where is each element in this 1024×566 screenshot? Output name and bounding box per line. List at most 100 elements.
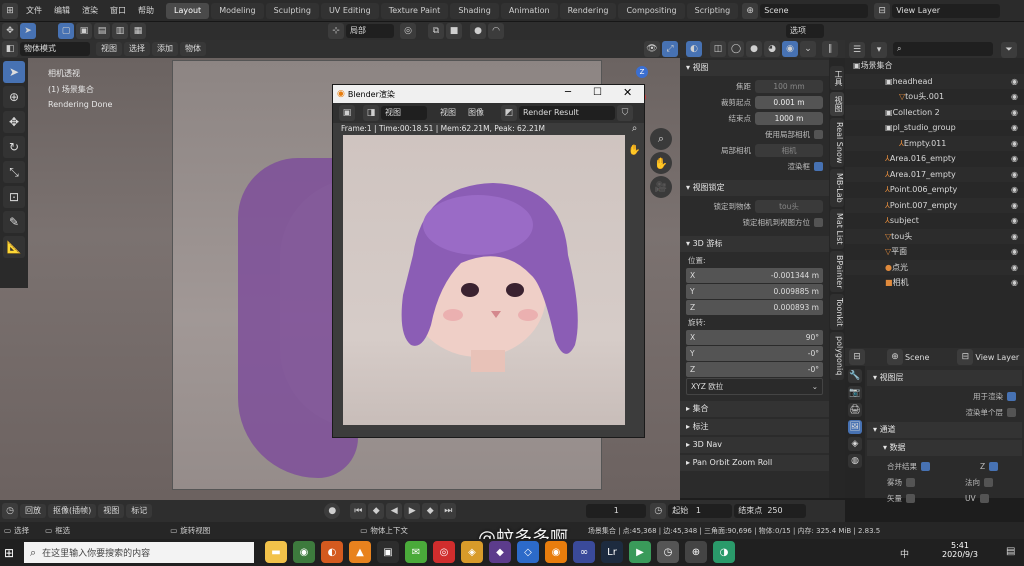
world-tab-icon[interactable]: ◍ <box>848 454 862 468</box>
camera-view-icon[interactable]: 🎥 <box>650 176 672 198</box>
options-dropdown[interactable]: 选项 <box>786 24 824 38</box>
image-editor-type-icon[interactable]: ▣ <box>339 105 355 121</box>
eye-icon[interactable]: ◉ <box>1011 108 1018 117</box>
blender-icon[interactable]: ◉ <box>545 541 567 563</box>
section-annotations[interactable]: ▸ 标注 <box>680 419 829 435</box>
scene-selector[interactable]: Scene <box>760 3 869 18</box>
section-passes[interactable]: ▾ 通道 <box>867 422 1022 438</box>
zoom-icon[interactable]: ⌕ <box>650 128 672 150</box>
view-layer-tab-icon[interactable]: 🖼 <box>848 420 862 434</box>
output-tab-icon[interactable]: 🖨 <box>848 403 862 417</box>
eye-icon[interactable]: ◉ <box>1011 247 1018 256</box>
overlay-icon[interactable]: ◐ <box>686 41 702 57</box>
props-layer-label[interactable]: View Layer <box>975 353 1019 362</box>
section-view-lock[interactable]: ▾ 视图锁定 <box>680 180 829 196</box>
select-subtract-icon[interactable]: ▤ <box>94 23 110 39</box>
maximize-icon[interactable]: ☐ <box>593 87 602 98</box>
mode-icon[interactable]: ◧ <box>2 41 18 57</box>
mode-dropdown[interactable]: 物体模式 <box>20 42 90 56</box>
menu-object[interactable]: 物体 <box>180 42 206 56</box>
outliner-type-icon[interactable]: ☰ <box>849 42 865 58</box>
rotate-icon[interactable]: ↻ <box>3 136 25 158</box>
lock-camera-checkbox[interactable] <box>814 217 823 227</box>
vtab-polygoniq[interactable]: polygoniq <box>830 332 844 380</box>
eye-icon[interactable]: ◉ <box>1011 77 1018 86</box>
list-item[interactable]: ■ 相机 ◉ <box>845 275 1024 291</box>
record-icon[interactable]: ● <box>324 503 341 519</box>
menu-view[interactable]: 视图 <box>96 42 122 56</box>
view-layer-selector[interactable]: View Layer <box>892 3 1001 18</box>
keying-menu[interactable]: 抠像(插帧) <box>48 504 97 518</box>
mist-checkbox[interactable] <box>906 477 915 487</box>
list-item[interactable]: ▣ Collection 2 ◉ <box>845 104 1024 120</box>
transform-icon[interactable]: ✥ <box>2 23 18 39</box>
menu-help[interactable]: 帮助 <box>132 0 160 22</box>
shading-material-icon[interactable]: ◕ <box>764 41 780 57</box>
preview-range-icon[interactable]: ◷ <box>650 503 667 519</box>
render-window-titlebar[interactable]: ◉ Blender渲染 ─ ☐ ✕ <box>333 85 644 103</box>
z-pass-checkbox[interactable] <box>989 461 999 471</box>
minimize-icon[interactable]: ─ <box>565 87 571 98</box>
rot-z-field[interactable]: Z -0° <box>686 362 823 377</box>
select-box-icon[interactable]: ➤ <box>3 61 25 83</box>
section-3d-cursor[interactable]: ▾ 3D 游标 <box>680 236 829 252</box>
falloff-icon[interactable]: ◠ <box>488 23 504 39</box>
rot-x-field[interactable]: X 90° <box>686 330 823 345</box>
close-icon[interactable]: ✕ <box>623 86 632 99</box>
eye-icon[interactable]: ◉ <box>1011 123 1018 132</box>
marker-menu[interactable]: 标记 <box>126 504 153 518</box>
focal-field[interactable]: 100 mm <box>755 79 823 93</box>
outliner-search-input[interactable]: ⌕ <box>893 42 993 56</box>
list-item[interactable]: ⅄ Area.017_empty ◉ <box>845 166 1024 182</box>
list-item[interactable]: ▣ headhead ◉ <box>845 73 1024 89</box>
windows-start-icon[interactable]: ⊞ <box>4 546 14 560</box>
tab-uv-editing[interactable]: UV Editing <box>320 2 379 19</box>
section-data[interactable]: ▾ 数据 <box>867 440 1022 456</box>
render-window[interactable]: ◉ Blender渲染 ─ ☐ ✕ ▣ ◨ 视图 视图 图像 ◩ Render … <box>332 84 645 438</box>
firefox-icon[interactable]: ◐ <box>321 541 343 563</box>
scene-tab-icon[interactable]: ◈ <box>848 437 862 451</box>
menu-render[interactable]: 渲染 <box>76 0 104 22</box>
outliner-root[interactable]: ▣ 场景集合 <box>845 58 1024 74</box>
list-item[interactable]: ▽ tou头.001 ◉ <box>845 89 1024 105</box>
shading-rendered-icon[interactable]: ◉ <box>782 41 798 57</box>
eye-icon[interactable]: ◉ <box>1011 216 1018 225</box>
taskbar-clock[interactable]: 5:41 2020/9/3 <box>942 541 978 559</box>
lightroom-icon[interactable]: Lr <box>601 541 623 563</box>
tab-layout[interactable]: Layout <box>166 2 210 19</box>
menu-add[interactable]: 添加 <box>152 42 178 56</box>
axis-z-icon[interactable]: Z <box>636 66 648 78</box>
tab-texture-paint[interactable]: Texture Paint <box>380 2 449 19</box>
tab-scripting[interactable]: Scripting <box>686 2 739 19</box>
eye-icon[interactable]: ◉ <box>1011 278 1018 287</box>
properties-type-icon[interactable]: ⊟ <box>849 349 865 365</box>
render-single-checkbox[interactable] <box>1007 407 1016 417</box>
eye-icon[interactable]: ◉ <box>1011 201 1018 210</box>
menu-window[interactable]: 窗口 <box>104 0 132 22</box>
tab-modeling[interactable]: Modeling <box>211 2 264 19</box>
orientation-dropdown[interactable]: 局部 <box>346 24 394 38</box>
eye-icon[interactable]: ◉ <box>1011 185 1018 194</box>
app5-icon[interactable]: ∞ <box>573 541 595 563</box>
cursor-z-field[interactable]: Z 0.000893 m <box>686 300 823 315</box>
wechat-icon[interactable]: ✉ <box>405 541 427 563</box>
snap-target-icon[interactable]: ■ <box>446 23 462 39</box>
select-intersect-icon[interactable]: ▦ <box>130 23 146 39</box>
pause-icon[interactable]: ∥ <box>822 41 838 57</box>
props-scene-label[interactable]: Scene <box>905 353 929 362</box>
render-pan-icon[interactable]: ✋ <box>625 145 644 163</box>
section-pan-orbit[interactable]: ▸ Pan Orbit Zoom Roll <box>680 455 829 471</box>
app7-icon[interactable]: ◷ <box>657 541 679 563</box>
local-camera-field[interactable]: 相机 <box>755 143 823 157</box>
use-for-render-checkbox[interactable] <box>1007 391 1016 401</box>
pivot-icon[interactable]: ◎ <box>400 23 416 39</box>
vtab-tool[interactable]: 工具 <box>830 66 844 90</box>
eye-icon[interactable]: ◉ <box>1011 139 1018 148</box>
shading-wire-icon[interactable]: ◯ <box>728 41 744 57</box>
vtab-toonkit[interactable]: Toonkit <box>830 294 844 331</box>
vtab-mb-lab[interactable]: MB-Lab <box>830 169 844 208</box>
eye-icon[interactable]: ◉ <box>1011 170 1018 179</box>
app2-icon[interactable]: ◈ <box>461 541 483 563</box>
tab-sculpting[interactable]: Sculpting <box>265 2 319 19</box>
editor-type-icon[interactable]: ⊞ <box>2 2 18 19</box>
